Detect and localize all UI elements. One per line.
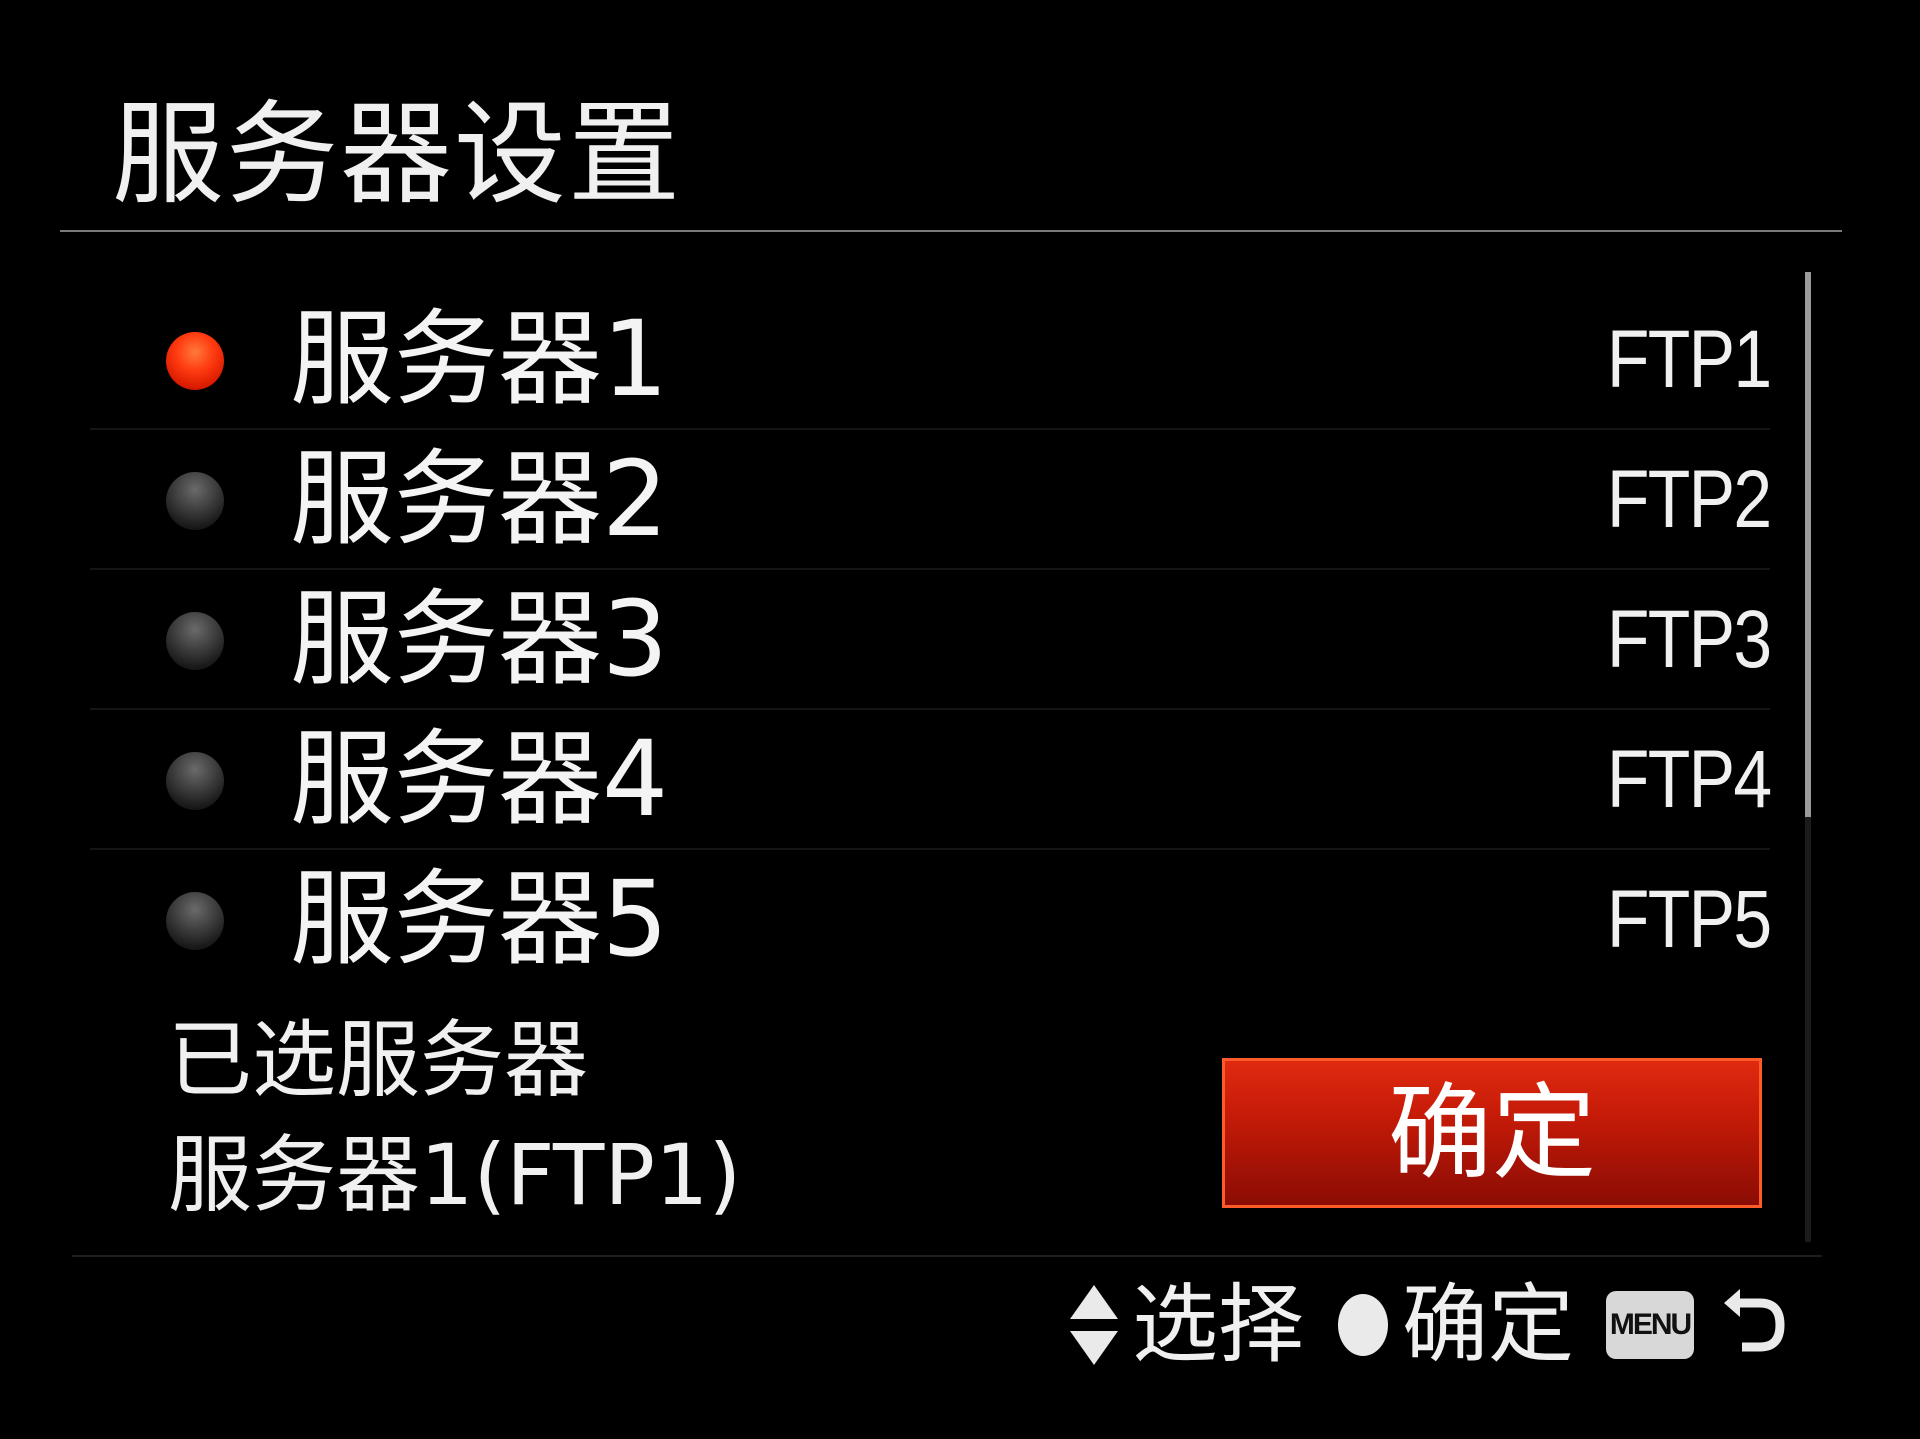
footer-hints: 选择 确定 MENU [1070,1270,1790,1380]
center-button-icon [1338,1294,1388,1356]
select-hint-label: 选择 [1132,1275,1304,1375]
server-row-5[interactable]: 服务器5 FTP5 [90,850,1772,988]
confirm-button[interactable]: 确定 [1222,1058,1762,1208]
server-type: FTP1 [1606,314,1771,405]
menu-button-icon: MENU [1606,1291,1694,1359]
server-type: FTP5 [1606,874,1771,965]
server-row-4[interactable]: 服务器4 FTP4 [90,710,1772,850]
server-type: FTP3 [1606,594,1771,685]
radio-unselected-icon[interactable] [166,752,224,810]
scrollbar[interactable] [1805,272,1811,1242]
server-name: 服务器5 [290,858,669,980]
selected-server-label: 已选服务器 [168,1011,589,1109]
title-divider [60,230,1842,232]
server-settings-screen: 服务器设置 服务器1 FTP1 服务器2 FTP2 服务器3 FTP3 服务器4… [0,0,1920,1439]
return-icon [1724,1289,1785,1352]
server-name: 服务器2 [290,438,669,560]
server-row-1[interactable]: 服务器1 FTP1 [90,290,1772,430]
radio-unselected-icon[interactable] [166,472,224,530]
server-name: 服务器1 [290,298,669,420]
server-list: 服务器1 FTP1 服务器2 FTP2 服务器3 FTP3 服务器4 FTP4 … [90,290,1772,988]
selected-server-value: 服务器1(FTP1) [168,1126,742,1224]
radio-selected-icon[interactable] [166,332,224,390]
radio-unselected-icon[interactable] [166,892,224,950]
server-name: 服务器4 [290,718,669,840]
confirm-hint-label: 确定 [1402,1275,1574,1375]
up-down-arrow-icon [1070,1285,1118,1365]
server-row-3[interactable]: 服务器3 FTP3 [90,570,1772,710]
footer-divider [72,1255,1822,1257]
page-title: 服务器设置 [112,90,682,220]
server-name: 服务器3 [290,578,669,700]
server-row-2[interactable]: 服务器2 FTP2 [90,430,1772,570]
server-type: FTP4 [1606,734,1771,825]
scrollbar-thumb[interactable] [1805,272,1811,817]
server-type: FTP2 [1606,454,1771,545]
radio-unselected-icon[interactable] [166,612,224,670]
